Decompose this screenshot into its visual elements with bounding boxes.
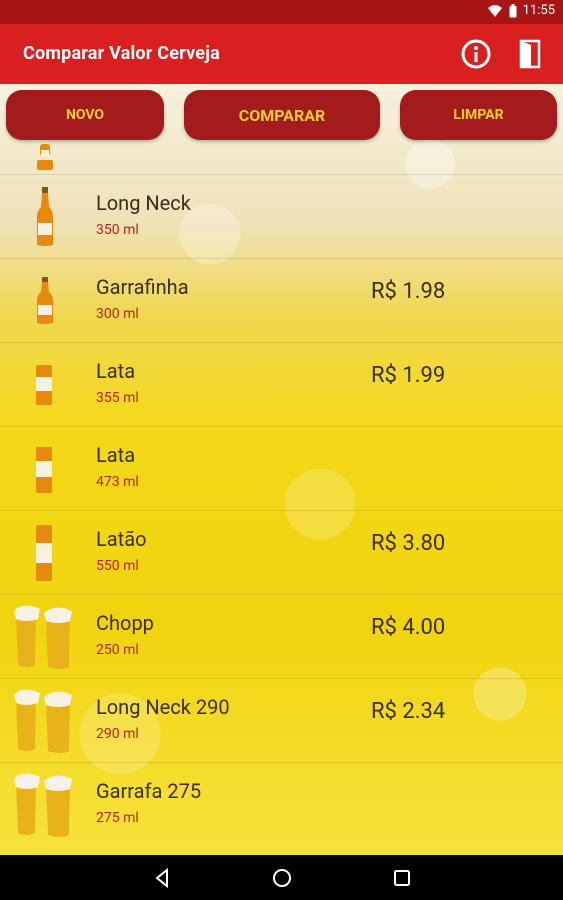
exit-door-icon [519,39,541,69]
item-name: Chopp [96,611,154,635]
app-bar: Comparar Valor Cerveja [0,24,563,84]
beer-glasses-icon [14,773,72,837]
back-button[interactable] [150,866,174,890]
status-icons: 11:55 [487,3,555,18]
item-name: Long Neck [96,191,191,215]
info-icon [461,39,491,69]
beer-glasses-icon [14,689,72,753]
item-name: Garrafa 275 [96,779,202,803]
content-area: NOVO COMPARAR LIMPAR Long Neck 350 ml Ga… [0,84,563,855]
item-price: R$ 3.80 [371,531,446,556]
info-button[interactable] [460,38,492,70]
list-item[interactable]: Chopp 250 ml R$ 4.00 [0,594,563,679]
status-bar: 11:55 [0,0,563,24]
item-volume: 473 ml [96,474,139,490]
item-volume: 275 ml [96,810,139,826]
wifi-icon [487,4,503,18]
list-item[interactable]: Lata 473 ml [0,426,563,511]
item-name: Latão [96,527,147,551]
back-icon [155,867,168,889]
list-item[interactable]: Garrafinha 300 ml R$ 1.98 [0,258,563,343]
battery-icon [509,3,517,17]
bottle-small-icon [37,277,53,324]
beer-glasses-icon [14,605,72,669]
limpar-button[interactable]: LIMPAR [400,90,557,140]
item-name: Lata [96,443,136,467]
app-title: Comparar Valor Cerveja [23,43,220,64]
item-volume: 290 ml [96,726,139,742]
exit-button[interactable] [514,38,546,70]
list-item[interactable]: Garrafa 275 275 ml [0,762,563,847]
item-price: R$ 1.99 [371,363,446,388]
bottle-long-neck-icon [37,187,53,246]
list-item[interactable]: Latão 550 ml R$ 3.80 [0,510,563,595]
novo-button[interactable]: NOVO [6,90,164,140]
item-price: R$ 1.98 [371,279,446,304]
comparar-button[interactable]: COMPARAR [184,90,380,140]
item-volume: 350 ml [96,222,139,238]
can-icon [36,365,52,405]
list-item-partial[interactable] [0,144,563,176]
item-volume: 300 ml [96,306,139,322]
action-buttons: NOVO COMPARAR LIMPAR [0,90,563,140]
list-item[interactable]: Long Neck 350 ml [0,174,563,259]
recent-apps-button[interactable] [390,866,414,890]
item-name: Lata [96,359,136,383]
item-volume: 250 ml [96,642,139,658]
item-volume: 355 ml [96,390,139,406]
item-name: Garrafinha [96,275,189,299]
home-icon [273,869,291,887]
item-price: R$ 2.34 [371,699,446,724]
list-item[interactable]: Lata 355 ml R$ 1.99 [0,342,563,427]
navigation-bar [0,855,563,900]
status-time: 11:55 [522,3,555,18]
item-name: Long Neck 290 [96,695,230,719]
item-volume: 550 ml [96,558,139,574]
recent-apps-icon [394,870,410,886]
can-icon [36,447,52,493]
item-price: R$ 4.00 [371,615,446,640]
list-item[interactable]: Long Neck 290 290 ml R$ 2.34 [0,678,563,763]
can-tall-icon [36,525,52,581]
bottle-icon [37,144,53,170]
home-button[interactable] [270,866,294,890]
